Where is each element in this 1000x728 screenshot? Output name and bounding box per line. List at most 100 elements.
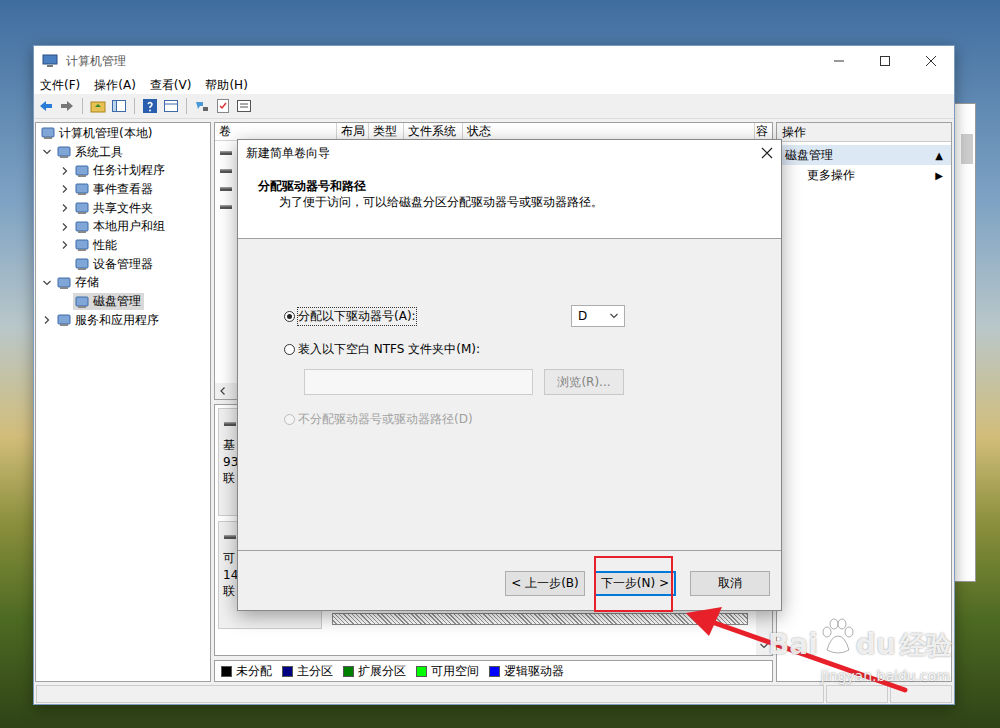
column-header[interactable]: 卷: [215, 123, 337, 140]
tree-node-icon: [74, 200, 90, 216]
collapsed-chevron-icon[interactable]: [60, 166, 70, 176]
wizard-button[interactable]: 取消: [690, 571, 770, 596]
forward-arrow-icon[interactable]: [59, 98, 75, 114]
unallocated-space[interactable]: [332, 613, 748, 625]
mount-folder-radio[interactable]: 装入以下空白 NTFS 文件夹中(M):: [284, 341, 571, 358]
toolbar: [34, 94, 954, 119]
wizard-subheading: 为了便于访问，可以给磁盘分区分配驱动器号或驱动器路径。: [258, 194, 781, 210]
no-letter-radio[interactable]: 不分配驱动器号或驱动器路径(D): [284, 411, 571, 428]
folder-path-field[interactable]: [304, 369, 533, 395]
maximize-icon[interactable]: [862, 46, 908, 76]
legend-label: 未分配: [236, 663, 272, 680]
column-header[interactable]: 容: [755, 123, 772, 140]
menu-item[interactable]: 文件(F): [38, 77, 82, 94]
baidu-watermark: Baidu经验jingyan.baidu.com: [768, 618, 958, 684]
tree-item-label: 计算机管理(本地): [59, 125, 152, 142]
column-header[interactable]: 文件系统: [404, 123, 463, 140]
computer-management-icon: [42, 53, 58, 69]
paw-icon: [819, 618, 855, 658]
action-item[interactable]: 更多操作▶: [777, 165, 951, 185]
tree-item[interactable]: 系统工具: [36, 143, 210, 162]
tree-item-label: 磁盘管理: [93, 293, 141, 310]
collapsed-chevron-icon[interactable]: [60, 222, 70, 232]
drive-letter-value: D: [578, 309, 587, 323]
tree-item[interactable]: 计算机管理(本地): [36, 124, 210, 143]
status-bar: [34, 684, 954, 704]
drive-letter-dropdown[interactable]: D: [571, 305, 625, 327]
radio-label: 不分配驱动器号或驱动器路径(D): [298, 411, 473, 428]
checklist-icon[interactable]: [215, 98, 231, 114]
action-arrow[interactable]: ▶: [935, 170, 943, 181]
tree-item[interactable]: 本地用户和组: [36, 217, 210, 236]
title-bar: 计算机管理: [34, 46, 954, 76]
tree-item[interactable]: 共享文件夹: [36, 199, 210, 218]
wizard-button[interactable]: < 上一步(B): [505, 571, 584, 596]
tree-item[interactable]: 存储: [36, 274, 210, 293]
dropdown-chevron-icon[interactable]: [609, 311, 619, 321]
tree-item[interactable]: 任务计划程序: [36, 161, 210, 180]
collapsed-chevron-icon[interactable]: [42, 315, 52, 325]
tree-item[interactable]: 设备管理器: [36, 255, 210, 274]
tree-item-label: 系统工具: [75, 144, 123, 161]
tree-item[interactable]: 磁盘管理: [36, 292, 210, 311]
help-icon[interactable]: [142, 98, 158, 114]
legend-swatch: [282, 666, 293, 677]
new-simple-volume-wizard: 新建简单卷向导分配驱动器号和路径为了便于访问，可以给磁盘分区分配驱动器号或驱动器…: [237, 139, 782, 611]
menu-item[interactable]: 操作(A): [92, 77, 138, 94]
expanded-chevron-icon[interactable]: [42, 278, 52, 288]
close-icon[interactable]: [761, 147, 773, 159]
console-tree-icon[interactable]: [111, 98, 127, 114]
action-label: 磁盘管理: [785, 147, 833, 164]
watermark-brand-left: Bai: [768, 628, 818, 662]
legend-item: 主分区: [282, 663, 333, 680]
column-header[interactable]: 布局: [337, 123, 369, 140]
view-icon[interactable]: [163, 98, 179, 114]
wizard-button[interactable]: 下一步(N) >: [594, 571, 676, 596]
legend-label: 逻辑驱动器: [504, 663, 564, 680]
assign-letter-radio[interactable]: 分配以下驱动器号(A):: [284, 308, 571, 325]
tree-item[interactable]: 服务和应用程序: [36, 311, 210, 330]
collapsed-chevron-icon[interactable]: [60, 240, 70, 250]
desktop: 计算机管理文件(F) 操作(A) 查看(V) 帮助(H) 计算机管理(本地) 系统工具任务…: [0, 0, 1000, 728]
volume-icon: [219, 202, 233, 212]
column-header[interactable]: 类型: [369, 123, 404, 140]
legend-swatch: [416, 666, 427, 677]
legend-item: 逻辑驱动器: [489, 663, 564, 680]
tree-item[interactable]: 事件查看器: [36, 180, 210, 199]
watermark-brand-right: du: [856, 628, 896, 662]
radio-button[interactable]: [284, 344, 295, 355]
background-scrollbar[interactable]: [961, 134, 973, 164]
tree-item[interactable]: 性能: [36, 236, 210, 255]
wizard-footer: < 上一步(B) 下一步(N) > 取消: [238, 550, 781, 610]
tree-node-icon: [74, 237, 90, 253]
browse-button[interactable]: 浏览(R)...: [544, 369, 624, 395]
radio-button[interactable]: [284, 311, 295, 322]
connect-icon[interactable]: [194, 98, 210, 114]
menu-item[interactable]: 查看(V): [148, 77, 194, 94]
legend-item: 可用空间: [416, 663, 479, 680]
radio-label: 分配以下驱动器号(A):: [298, 308, 416, 325]
collapsed-chevron-icon[interactable]: [60, 203, 70, 213]
collapsed-chevron-icon[interactable]: [60, 184, 70, 194]
close-icon[interactable]: [908, 46, 954, 76]
dialog-title: 新建简单卷向导: [246, 145, 330, 162]
tree-node-icon: [56, 312, 72, 328]
scroll-left-icon[interactable]: [218, 386, 228, 396]
column-header[interactable]: 状态: [463, 123, 755, 140]
properties-icon[interactable]: [236, 98, 252, 114]
menu-item[interactable]: 帮助(H): [203, 77, 249, 94]
tree-item-label: 任务计划程序: [93, 162, 165, 179]
action-arrow[interactable]: ▲: [935, 150, 943, 161]
radio-button[interactable]: [284, 414, 295, 425]
dialog-title-bar: 新建简单卷向导: [238, 140, 781, 166]
back-arrow-icon[interactable]: [38, 98, 54, 114]
folder-up-icon[interactable]: [90, 98, 106, 114]
action-item[interactable]: 磁盘管理 ▲: [777, 145, 951, 165]
minimize-icon[interactable]: [816, 46, 862, 76]
tree-item-label: 性能: [93, 237, 117, 254]
disk-icon: [223, 419, 237, 429]
scroll-down-icon[interactable]: [759, 641, 769, 651]
legend: 未分配主分区扩展分区可用空间逻辑驱动器: [214, 660, 773, 682]
tree-item-label: 存储: [75, 274, 99, 291]
expanded-chevron-icon[interactable]: [42, 147, 52, 157]
